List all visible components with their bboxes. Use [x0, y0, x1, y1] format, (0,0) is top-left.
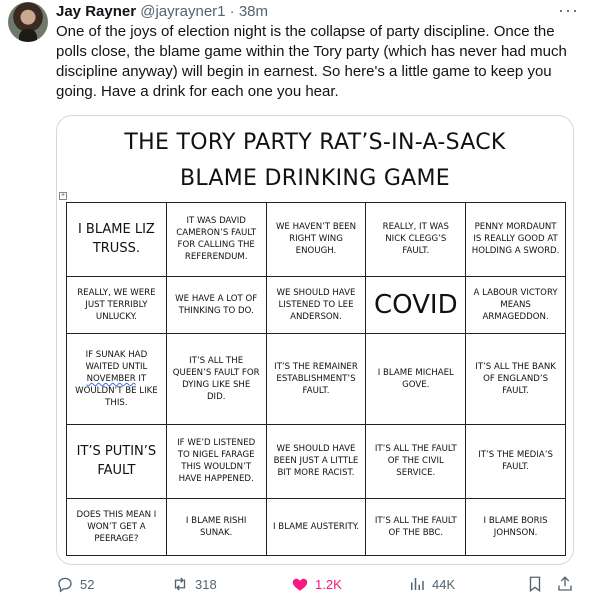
share-icon — [558, 576, 572, 591]
grid-cell: WE HAVEN’T BEEN RIGHT WING ENOUGH. — [265, 202, 367, 277]
tweet-text: One of the joys of election night is the… — [56, 23, 567, 100]
grid-cell: WE SHOULD HAVE LISTENED TO LEE ANDERSON. — [265, 275, 367, 335]
grid-cell: COVID — [365, 275, 467, 335]
grid-cell: REALLY, WE WERE JUST TERRIBLY UNLUCKY. — [66, 275, 167, 335]
grid-cell: IT’S ALL THE QUEEN’S FAULT FOR DYING LIK… — [165, 333, 267, 425]
grid-cell: PENNY MORDAUNT IS REALLY GOOD AT HOLDING… — [465, 202, 566, 277]
grid-cell: DOES THIS MEAN I WON’T GET A PEERAGE? — [66, 497, 167, 557]
heart-icon — [292, 578, 308, 591]
image-title-line-2: BLAME DRINKING GAME — [179, 166, 451, 191]
avatar[interactable] — [8, 2, 48, 42]
grid-cell: IT’S THE MEDIA’S FAULT. — [465, 423, 566, 499]
grid-cell: WE SHOULD HAVE BEEN JUST A LITTLE BIT MO… — [265, 423, 367, 499]
separator-dot: · — [229, 3, 235, 20]
grid-cell: IT’S ALL THE FAULT OF THE CIVIL SERVICE. — [365, 423, 467, 499]
retweet-count: 318 — [195, 576, 217, 592]
views-icon — [411, 578, 424, 590]
grid-row: DOES THIS MEAN I WON’T GET A PEERAGE? I … — [66, 497, 566, 557]
tweet-image[interactable]: THE TORY PARTY RAT’S-IN-A-SACK BLAME DRI… — [56, 115, 574, 565]
tweet-header: Jay Rayner @jayrayner1 · 38m — [56, 3, 268, 21]
grid-cell: REALLY, IT WAS NICK CLEGG’S FAULT. — [365, 202, 467, 277]
views-count: 44K — [432, 576, 456, 592]
grid-row: REALLY, WE WERE JUST TERRIBLY UNLUCKY. W… — [66, 275, 566, 335]
table-anchor-icon: + — [59, 192, 67, 200]
author-handle[interactable]: @jayrayner1 — [140, 3, 225, 20]
image-title-line-1: THE TORY PARTY RAT’S-IN-A-SACK — [124, 130, 506, 155]
grid-cell: IT WAS DAVID CAMERON’S FAULT FOR CALLING… — [165, 202, 267, 277]
share-button[interactable] — [556, 575, 574, 593]
grid-cell: I BLAME RISHI SUNAK. — [165, 497, 267, 557]
bookmark-button[interactable] — [526, 575, 544, 593]
grid-row: IT’S PUTIN’S FAULT IF WE’D LISTENED TO N… — [66, 423, 566, 499]
reply-count: 52 — [80, 576, 95, 592]
grid-cell: I BLAME LIZ TRUSS. — [66, 202, 167, 277]
grid-cell: IT’S THE REMAINER ESTABLISHMENT’S FAULT. — [265, 333, 367, 425]
more-icon[interactable]: ··· — [558, 0, 579, 21]
grid-cell: I BLAME AUSTERITY. — [265, 497, 367, 557]
retweet-button[interactable]: 318 — [171, 575, 217, 593]
grid-row: IF SUNAK HAD WAITED UNTIL NOVEMBER IT WO… — [66, 333, 566, 425]
retweet-icon — [174, 577, 186, 591]
grid-cell: I BLAME MICHAEL GOVE. — [365, 333, 467, 425]
reply-button[interactable]: 52 — [56, 575, 94, 593]
grid-cell: IT’S PUTIN’S FAULT — [66, 423, 167, 499]
grid-cell: I BLAME BORIS JOHNSON. — [465, 497, 566, 557]
views-button[interactable]: 44K — [408, 575, 455, 593]
spellcheck-word: NOVEMBER — [86, 373, 136, 384]
grid-row: I BLAME LIZ TRUSS. IT WAS DAVID CAMERON’… — [66, 202, 566, 277]
author-name[interactable]: Jay Rayner — [56, 3, 136, 20]
grid-cell: IF WE’D LISTENED TO NIGEL FARAGE THIS WO… — [165, 423, 267, 499]
bookmark-icon — [529, 576, 541, 593]
grid-cell: IF SUNAK HAD WAITED UNTIL NOVEMBER IT WO… — [66, 333, 167, 425]
action-bar: 52 318 1.2K 44K — [56, 575, 581, 595]
grid-cell: IT’S ALL THE FAULT OF THE BBC. — [365, 497, 467, 557]
grid-cell: A LABOUR VICTORY MEANS ARMAGEDDON. — [465, 275, 566, 335]
timestamp[interactable]: 38m — [239, 3, 268, 20]
grid-cell: IT’S ALL THE BANK OF ENGLAND’S FAULT. — [465, 333, 566, 425]
like-count: 1.2K — [315, 576, 342, 592]
reply-icon — [58, 577, 72, 593]
like-button[interactable]: 1.2K — [291, 575, 342, 593]
grid-cell: WE HAVE A LOT OF THINKING TO DO. — [165, 275, 267, 335]
bingo-grid: I BLAME LIZ TRUSS. IT WAS DAVID CAMERON’… — [66, 202, 566, 557]
